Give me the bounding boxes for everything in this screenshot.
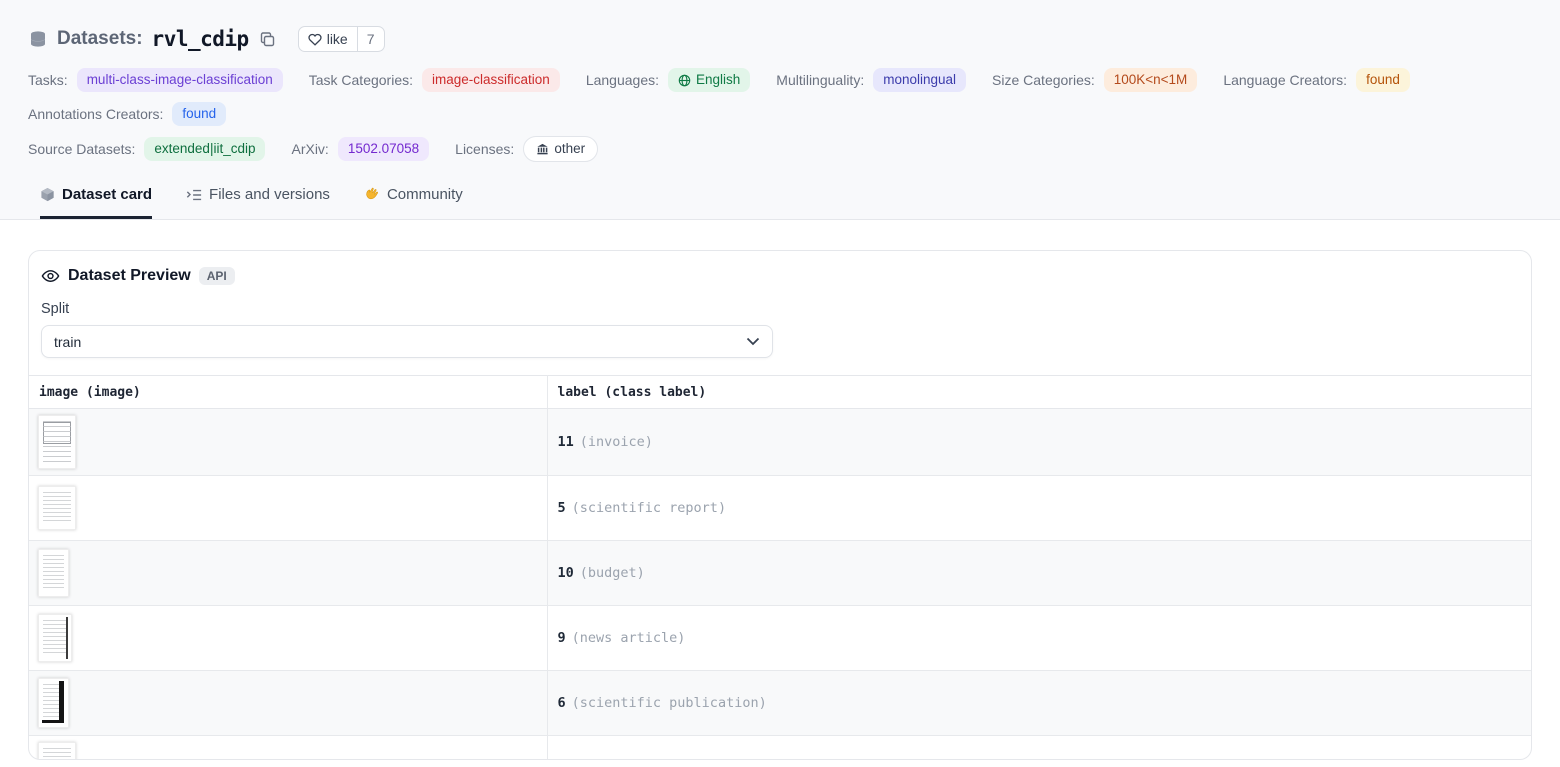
dataset-preview-panel: Dataset Preview API Split train image (i…: [28, 250, 1532, 760]
tag-group-source-datasets: Source Datasets: extended|iit_cdip: [28, 137, 265, 161]
label-name: (invoice): [580, 434, 653, 450]
table-row[interactable]: [29, 736, 1531, 761]
tag-group-task-categories: Task Categories: image-classification: [309, 68, 560, 92]
tag-pill-task-categories[interactable]: image-classification: [422, 68, 560, 92]
tag-label: Language Creators:: [1223, 72, 1347, 88]
label-id: 5: [558, 500, 566, 516]
heart-icon: [308, 33, 322, 46]
tag-label: ArXiv:: [291, 141, 328, 157]
dataset-name: rvl_cdip: [152, 27, 249, 51]
tag-row-2: Source Datasets: extended|iit_cdip ArXiv…: [28, 136, 1532, 162]
tag-pill-label: other: [554, 140, 585, 158]
label-name: (news article): [572, 630, 686, 646]
tag-pill-licenses[interactable]: other: [523, 136, 598, 162]
copy-icon[interactable]: [260, 32, 275, 47]
split-select[interactable]: train: [41, 325, 773, 358]
like-button[interactable]: like 7: [298, 26, 385, 52]
tag-group-annotations-creators: Annotations Creators: found: [28, 102, 226, 126]
label-id: 10: [558, 565, 574, 581]
tag-label: Source Datasets:: [28, 141, 135, 157]
column-header-label: label (class label): [547, 376, 1531, 409]
tag-pill-size-categories[interactable]: 100K<n<1M: [1104, 68, 1198, 92]
split-selected-value: train: [54, 334, 81, 350]
tag-group-languages: Languages: English: [586, 68, 750, 92]
main-content: Dataset Preview API Split train image (i…: [0, 220, 1560, 767]
table-header-row: image (image) label (class label): [29, 376, 1531, 409]
preview-title: Dataset Preview: [68, 267, 191, 285]
tag-pill-tasks[interactable]: multi-class-image-classification: [77, 68, 283, 92]
preview-header: Dataset Preview API Split train: [29, 251, 1531, 358]
cube-icon: [40, 187, 55, 202]
tag-pill-source-datasets[interactable]: extended|iit_cdip: [144, 137, 265, 161]
eye-icon: [41, 269, 60, 283]
column-header-image: image (image): [29, 376, 547, 409]
tag-group-tasks: Tasks: multi-class-image-classification: [28, 68, 283, 92]
tag-group-size-categories: Size Categories: 100K<n<1M: [992, 68, 1197, 92]
tag-label: Licenses:: [455, 141, 514, 157]
like-label: like: [327, 31, 348, 47]
tag-row-1: Tasks: multi-class-image-classification …: [28, 68, 1532, 126]
tab-label: Community: [387, 186, 463, 203]
files-icon: [186, 188, 202, 202]
document-thumbnail: [38, 678, 69, 728]
tag-pill-languages[interactable]: English: [668, 68, 750, 92]
tag-group-language-creators: Language Creators: found: [1223, 68, 1410, 92]
table-row[interactable]: 10 (budget): [29, 541, 1531, 606]
label-name: (budget): [580, 565, 645, 581]
page-header-area: Datasets: rvl_cdip like 7 Tasks: multi-c…: [0, 0, 1560, 220]
tag-pill-language-creators[interactable]: found: [1356, 68, 1410, 92]
label-id: 6: [558, 695, 566, 711]
community-icon: [364, 187, 380, 203]
split-label: Split: [41, 301, 1519, 317]
tab-community[interactable]: Community: [364, 186, 463, 219]
bank-icon: [536, 143, 549, 156]
tab-label: Dataset card: [62, 186, 152, 203]
table-row[interactable]: 9 (news article): [29, 606, 1531, 671]
api-badge[interactable]: API: [199, 267, 235, 285]
database-icon: [28, 29, 48, 49]
document-thumbnail: [38, 614, 72, 662]
document-thumbnail: [38, 486, 76, 530]
tab-files-and-versions[interactable]: Files and versions: [186, 186, 330, 219]
label-name: (scientific publication): [572, 695, 767, 711]
tag-pill-label: English: [696, 71, 740, 89]
tag-group-licenses: Licenses: other: [455, 136, 598, 162]
tag-label: Languages:: [586, 72, 659, 88]
document-thumbnail: [38, 549, 69, 597]
table-row[interactable]: 5 (scientific report): [29, 476, 1531, 541]
preview-table: image (image) label (class label) 11 (inv…: [29, 375, 1531, 760]
document-thumbnail: [38, 415, 76, 469]
like-count[interactable]: 7: [358, 31, 384, 47]
document-thumbnail: [38, 742, 76, 760]
label-id: 9: [558, 630, 566, 646]
tag-pill-annotations-creators[interactable]: found: [172, 102, 226, 126]
table-row[interactable]: 11 (invoice): [29, 409, 1531, 476]
tag-pill-arxiv[interactable]: 1502.07058: [338, 137, 429, 161]
tag-label: Tasks:: [28, 72, 68, 88]
dataset-header: Datasets: rvl_cdip like 7: [28, 26, 1532, 52]
table-row[interactable]: 6 (scientific publication): [29, 671, 1531, 736]
tab-dataset-card[interactable]: Dataset card: [40, 186, 152, 219]
tag-label: Annotations Creators:: [28, 106, 163, 122]
tag-label: Task Categories:: [309, 72, 413, 88]
label-id: 11: [558, 434, 574, 450]
globe-icon: [678, 74, 691, 87]
tag-group-multilinguality: Multilinguality: monolingual: [776, 68, 966, 92]
tag-pill-multilinguality[interactable]: monolingual: [873, 68, 966, 92]
label-name: (scientific report): [572, 500, 726, 516]
chevron-down-icon: [746, 337, 760, 346]
tab-label: Files and versions: [209, 186, 330, 203]
tag-label: Size Categories:: [992, 72, 1095, 88]
datasets-section-label: Datasets:: [57, 28, 143, 50]
tab-bar: Dataset card Files and versions Communit…: [28, 186, 1532, 219]
tag-group-arxiv: ArXiv: 1502.07058: [291, 137, 429, 161]
tag-label: Multilinguality:: [776, 72, 864, 88]
